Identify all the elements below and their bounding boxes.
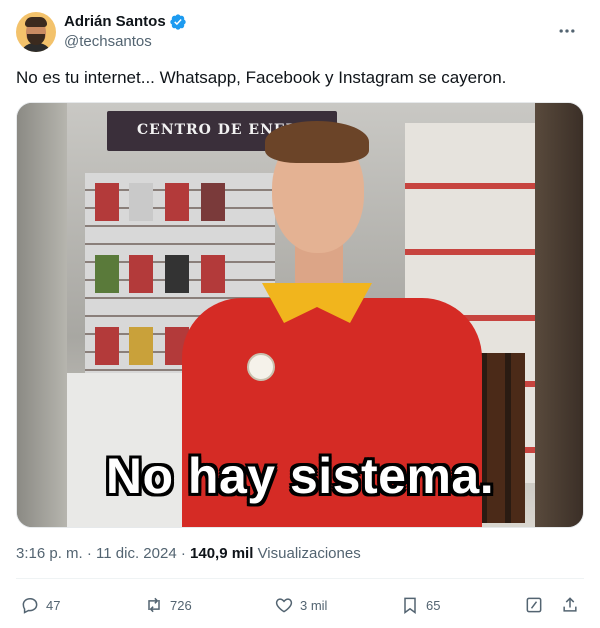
more-options-button[interactable] — [550, 14, 584, 48]
share-button[interactable] — [560, 595, 586, 615]
share-icon — [563, 597, 577, 612]
bookmark-button[interactable]: 65 — [400, 595, 440, 615]
reply-count: 47 — [46, 597, 61, 613]
grok-icon — [526, 597, 542, 613]
action-bar: 47 726 3 mil 65 — [16, 590, 584, 620]
tweet-card: Adrián Santos @techsantos No es tu inter… — [0, 0, 600, 628]
retweet-icon — [148, 597, 160, 613]
more-icon — [559, 29, 575, 33]
retweet-button[interactable]: 726 — [144, 595, 192, 615]
avatar[interactable] — [16, 12, 56, 52]
reply-button[interactable]: 47 — [20, 595, 60, 615]
meta-separator: · — [180, 545, 186, 562]
author-handle[interactable]: @techsantos — [64, 32, 187, 52]
views-label: Visualizaciones — [257, 545, 361, 562]
views-count: 140,9 mil — [190, 545, 254, 562]
tweet-date[interactable]: 11 dic. 2024 — [96, 545, 177, 562]
pin-badge — [247, 353, 275, 381]
bookmark-count: 65 — [426, 597, 441, 613]
bookmark-icon — [404, 597, 416, 614]
like-button[interactable]: 3 mil — [274, 595, 327, 615]
tweet-header: Adrián Santos @techsantos — [16, 10, 584, 54]
author-name[interactable]: Adrián Santos — [64, 12, 166, 32]
tweet-time[interactable]: 3:16 p. m. — [16, 545, 83, 562]
heart-icon — [275, 598, 293, 613]
verified-badge-icon — [170, 14, 186, 30]
tweet-media[interactable]: CENTRO DE ENERGIA No hay sistema. — [16, 102, 584, 528]
tweet-meta: 3:16 p. m. · 11 dic. 2024 · 140,9 mil Vi… — [16, 544, 584, 564]
like-count: 3 mil — [300, 597, 328, 613]
author-names: Adrián Santos @techsantos — [64, 12, 187, 52]
grok-button[interactable] — [524, 595, 550, 615]
divider — [16, 578, 584, 579]
meta-separator: · — [86, 545, 92, 562]
tweet-text: No es tu internet... Whatsapp, Facebook … — [16, 68, 507, 87]
retweet-count: 726 — [170, 597, 192, 613]
reply-icon — [22, 598, 38, 614]
meme-caption: No hay sistema. — [105, 448, 495, 504]
